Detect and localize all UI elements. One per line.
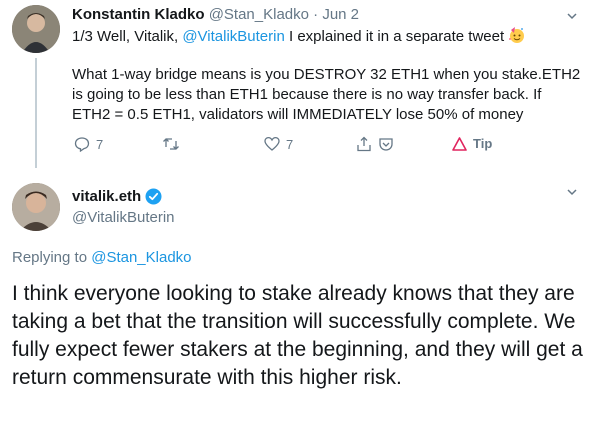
tweet1-header: Konstantin Kladko @Stan_Kladko · Jun 2 [72, 6, 359, 23]
replying-to-prefix: Replying to [12, 249, 92, 266]
chevron-down-icon[interactable] [566, 186, 578, 198]
tip-label: Tip [473, 136, 493, 151]
reply-count: 7 [96, 136, 104, 152]
tweet1-display-name[interactable]: Konstantin Kladko [72, 6, 205, 23]
avatar-konstantin[interactable] [12, 5, 60, 53]
heart-icon [264, 136, 280, 151]
tweet1-body-text: What 1-way bridge means is you DESTROY 3… [72, 66, 581, 123]
tweet2-display-name[interactable]: vitalik.eth [72, 188, 141, 205]
tweet1-first-line: 1/3 Well, Vitalik, @VitalikButerin I exp… [72, 26, 526, 45]
tweet1-mention-link[interactable]: @VitalikButerin [182, 28, 285, 45]
tweet1-line1-suffix: I explained it in a separate tweet [284, 28, 505, 45]
replying-to-line: Replying to @Stan_Kladko [12, 249, 192, 266]
user-avatar-icon [12, 5, 60, 53]
tweet1-separator: · [308, 6, 323, 23]
reply-button[interactable]: 7 [74, 136, 103, 152]
tweet1-handle[interactable]: @Stan_Kladko [209, 6, 309, 23]
partying-face-emoji-icon [509, 27, 525, 43]
reply-icon [74, 137, 90, 152]
tweet1-line1-prefix: 1/3 Well, Vitalik, [72, 28, 183, 45]
pocket-save-icon[interactable] [378, 136, 394, 152]
brave-tip-triangle-icon [452, 136, 467, 151]
replying-to-mention-link[interactable]: @Stan_Kladko [91, 249, 191, 266]
tweet2-display-name-row: vitalik.eth [72, 188, 162, 205]
share-button[interactable] [356, 136, 394, 152]
user-avatar-icon [12, 183, 60, 231]
retweet-button[interactable] [162, 136, 180, 152]
tweet2-handle[interactable]: @VitalikButerin [72, 209, 175, 226]
tip-button[interactable]: Tip [452, 136, 492, 151]
retweet-icon [163, 138, 179, 150]
tweet1-action-bar: 7 7 Tip [72, 136, 502, 160]
thread-connector-line [35, 58, 37, 168]
share-icon [357, 136, 371, 152]
verified-badge-icon [145, 188, 162, 205]
tweet2-body-text: I think everyone looking to stake alread… [12, 282, 583, 389]
tweet1-date[interactable]: Jun 2 [322, 6, 359, 23]
avatar-vitalik[interactable] [12, 183, 60, 231]
like-button[interactable]: 7 [264, 136, 293, 152]
chevron-down-icon[interactable] [566, 10, 578, 22]
like-count: 7 [286, 136, 294, 152]
